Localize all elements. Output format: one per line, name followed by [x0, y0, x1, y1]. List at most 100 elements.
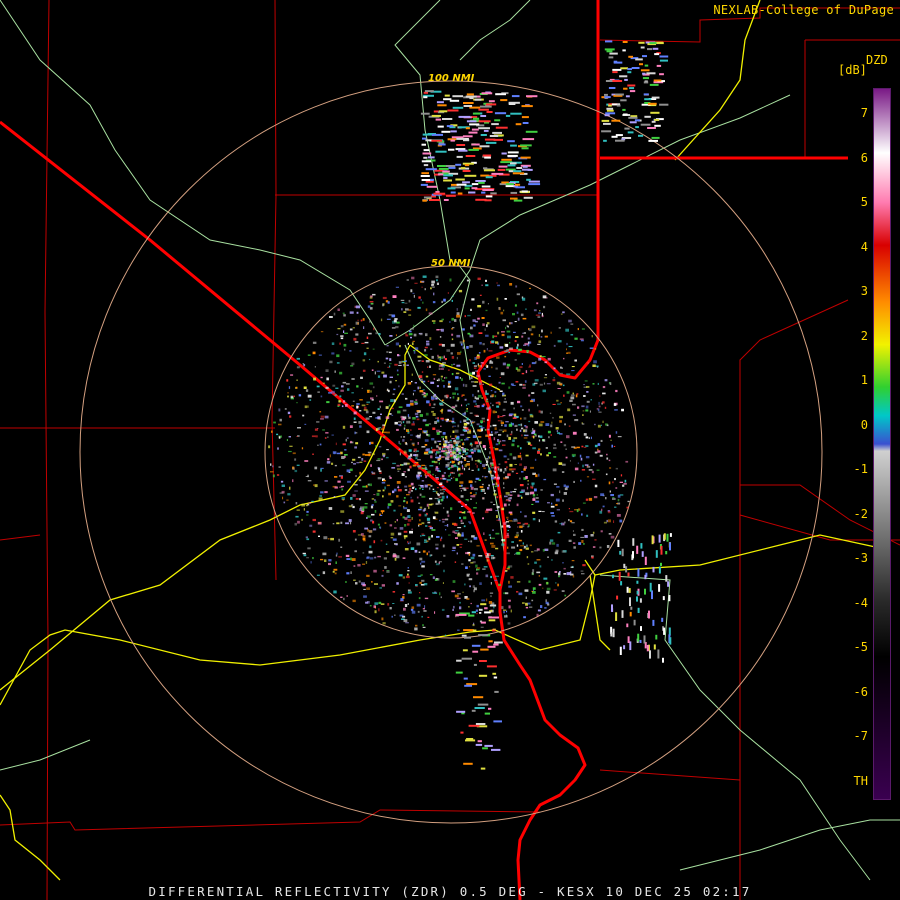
echo-gate	[488, 438, 491, 440]
echo-gate	[455, 530, 459, 532]
echo-gate	[362, 552, 365, 554]
echo-gate	[506, 330, 511, 333]
echo-gate	[606, 545, 610, 548]
echo-gate	[524, 515, 527, 518]
echo-gate	[416, 477, 420, 480]
echo-gate	[489, 447, 491, 449]
echo-gate	[458, 453, 462, 455]
echo-gate	[412, 340, 415, 342]
echo-gate	[446, 349, 450, 352]
echo-gate	[635, 58, 643, 61]
echo-gate	[375, 445, 377, 447]
echo-gate	[345, 404, 348, 407]
echo-gate	[586, 466, 589, 468]
echo-gate	[415, 450, 417, 453]
echo-gate	[405, 308, 409, 311]
echo-gate	[652, 47, 659, 50]
echo-gate	[471, 457, 473, 461]
echo-gate	[384, 566, 387, 569]
echo-gate	[419, 414, 423, 417]
echo-gate	[359, 508, 362, 511]
echo-gate	[530, 466, 534, 469]
echo-gate	[444, 94, 450, 97]
echo-gate	[446, 125, 454, 128]
echo-gate	[475, 743, 483, 746]
echo-gate	[371, 369, 374, 371]
echo-gate	[295, 502, 298, 505]
echo-gate	[608, 533, 612, 535]
echo-gate	[435, 150, 447, 153]
echo-gate	[506, 349, 510, 352]
echo-gate	[472, 553, 476, 557]
echo-gate	[465, 552, 469, 555]
echo-gate	[450, 191, 456, 194]
echo-gate	[452, 95, 464, 98]
echo-gate	[613, 520, 615, 523]
echo-gate	[581, 445, 584, 448]
echo-gate	[531, 362, 536, 365]
echo-gate	[459, 420, 462, 423]
echo-gate	[327, 436, 329, 438]
echo-gate	[517, 526, 519, 528]
echo-gate	[604, 114, 610, 117]
echo-gate	[348, 519, 352, 522]
echo-gate	[535, 361, 537, 364]
echo-gate	[492, 404, 494, 407]
echo-gate	[482, 517, 484, 520]
echo-gate	[338, 556, 342, 558]
echo-gate	[513, 413, 517, 417]
echo-gate	[389, 477, 392, 479]
echo-gate	[652, 566, 655, 573]
echo-gate	[354, 305, 357, 308]
echo-gate	[492, 335, 495, 339]
echo-gate	[312, 453, 314, 455]
echo-gate	[468, 148, 479, 151]
echo-gate	[423, 91, 428, 94]
echo-gate	[495, 510, 499, 512]
echo-gate	[579, 338, 584, 340]
echo-gate	[500, 99, 508, 102]
echo-gate	[336, 522, 340, 525]
echo-gate	[320, 468, 322, 472]
echo-gate	[460, 484, 463, 487]
echo-gate	[490, 501, 493, 503]
echo-gate	[404, 489, 408, 491]
echo-gate	[559, 490, 561, 494]
echo-gate	[306, 510, 309, 513]
echo-gate	[525, 596, 527, 599]
echo-gate	[442, 438, 444, 441]
echo-gate	[485, 195, 493, 198]
echo-gate	[429, 365, 431, 368]
echo-gate	[626, 586, 629, 593]
echo-gate	[516, 544, 519, 547]
echo-gate	[476, 445, 479, 448]
echo-gate	[489, 592, 494, 594]
echo-gate	[497, 439, 500, 442]
echo-gate	[471, 444, 473, 448]
echo-gate	[534, 561, 537, 564]
echo-gate	[446, 452, 448, 455]
echo-gate	[540, 605, 543, 608]
echo-gate	[367, 305, 371, 308]
echo-gate	[382, 303, 384, 307]
echo-gate	[443, 472, 446, 474]
echo-gate	[366, 401, 371, 404]
echo-gate	[488, 640, 493, 643]
echo-gate	[359, 471, 362, 475]
legend-tick: 3	[860, 284, 868, 298]
echo-gate	[411, 610, 416, 614]
echo-gate	[627, 84, 636, 87]
echo-gate	[405, 334, 409, 337]
echo-gate	[466, 597, 470, 600]
echo-gate	[402, 421, 405, 424]
echo-gate	[541, 312, 543, 316]
echo-gate	[510, 383, 514, 386]
echo-gate	[413, 324, 415, 327]
echo-gate	[340, 337, 344, 340]
echo-gate	[516, 503, 519, 507]
echo-gate	[476, 423, 480, 426]
echo-gate	[458, 115, 471, 118]
echo-gate	[594, 348, 597, 350]
echo-gate	[434, 591, 437, 593]
echo-gate	[598, 405, 601, 408]
